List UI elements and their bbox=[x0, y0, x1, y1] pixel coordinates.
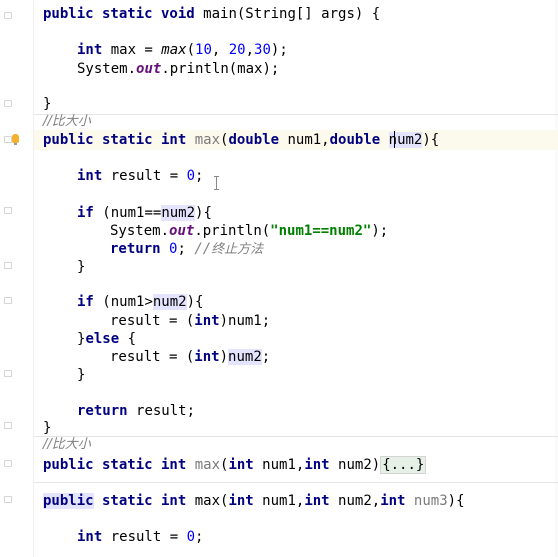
code-editor[interactable]: public static void main(String[] args) {… bbox=[0, 0, 558, 557]
code-comment[interactable]: //比大小 bbox=[43, 435, 91, 455]
code-line[interactable]: if (num1==num2){ bbox=[77, 203, 212, 223]
code-line[interactable]: public static int max(double num1,double… bbox=[43, 130, 439, 150]
code-line[interactable]: result = (int)num2; bbox=[110, 347, 270, 367]
fold-marker-icon[interactable] bbox=[4, 207, 12, 214]
code-line[interactable]: public static int max(int num1,int num2,… bbox=[43, 491, 465, 511]
code-line[interactable]: int max = max(10, 20,30); bbox=[77, 40, 288, 60]
fold-marker-icon[interactable] bbox=[4, 100, 12, 107]
fold-marker-icon[interactable] bbox=[4, 460, 12, 467]
code-line[interactable]: } bbox=[77, 257, 85, 277]
text-caret bbox=[394, 131, 395, 148]
fold-marker-icon[interactable] bbox=[4, 297, 12, 304]
code-line[interactable]: if (num1>num2){ bbox=[77, 292, 203, 312]
lightbulb-icon[interactable] bbox=[12, 134, 19, 145]
method-separator bbox=[34, 114, 558, 115]
fold-marker-icon[interactable] bbox=[4, 262, 12, 269]
code-line[interactable]: }else { bbox=[77, 329, 136, 349]
code-line[interactable]: result = (int)num1; bbox=[110, 311, 270, 331]
code-line[interactable]: return 0; //终止方法 bbox=[110, 239, 263, 259]
code-line[interactable]: public static int max(int num1,int num2)… bbox=[43, 455, 427, 475]
code-line[interactable]: } bbox=[77, 365, 85, 385]
folded-code-block[interactable]: {...} bbox=[380, 456, 427, 474]
fold-marker-icon[interactable] bbox=[4, 370, 12, 377]
code-line[interactable]: int result = 0; bbox=[77, 527, 203, 547]
fold-marker-icon[interactable] bbox=[4, 422, 12, 429]
gutter-divider bbox=[33, 0, 34, 557]
method-separator bbox=[34, 482, 558, 483]
mouse-ibeam-cursor-icon bbox=[214, 176, 219, 190]
code-line[interactable]: int result = 0; bbox=[77, 166, 203, 186]
code-line[interactable]: return result; bbox=[77, 401, 195, 421]
code-line[interactable]: } bbox=[43, 94, 51, 114]
code-comment[interactable]: //比大小 bbox=[43, 112, 91, 132]
code-line[interactable]: public static void main(String[] args) { bbox=[43, 4, 380, 24]
fold-marker-icon[interactable] bbox=[4, 496, 12, 503]
fold-marker-icon[interactable] bbox=[4, 12, 12, 19]
code-line[interactable]: System.out.println(max); bbox=[77, 59, 279, 79]
editor-gutter[interactable] bbox=[0, 0, 34, 557]
fold-marker-icon[interactable] bbox=[4, 136, 12, 143]
method-separator bbox=[34, 436, 558, 437]
code-line[interactable]: System.out.println("num1==num2"); bbox=[110, 221, 388, 241]
